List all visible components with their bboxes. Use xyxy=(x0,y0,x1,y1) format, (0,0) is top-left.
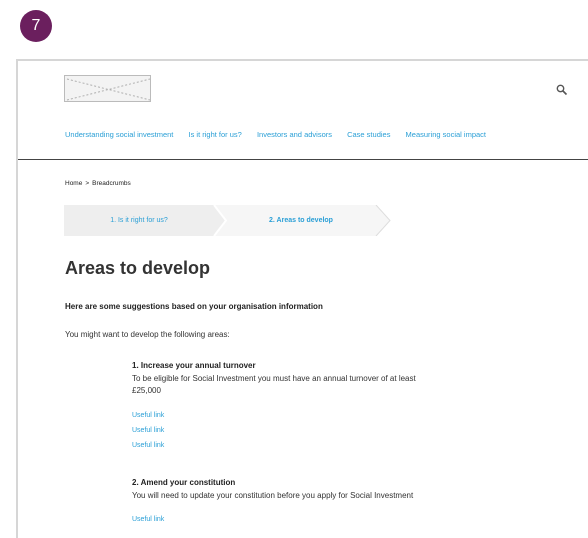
nav-item-measuring-social-impact[interactable]: Measuring social impact xyxy=(406,130,486,139)
area-title: 2. Amend your constitution xyxy=(132,478,236,487)
area-title: 1. Increase your annual turnover xyxy=(132,361,256,370)
step-1-is-it-right-for-us[interactable]: 1. Is it right for us? xyxy=(64,205,214,236)
area-description: To be eligible for Social Investment you… xyxy=(132,373,416,383)
area-description-amount: £25,000 xyxy=(132,386,161,395)
useful-link[interactable]: Useful link xyxy=(132,438,416,453)
progress-stepper: 1. Is it right for us? 2. Areas to devel… xyxy=(64,205,394,236)
nav-item-is-it-right-for-us[interactable]: Is it right for us? xyxy=(189,130,242,139)
search-button[interactable] xyxy=(555,83,569,97)
breadcrumb-separator: > xyxy=(85,180,90,187)
nav-item-case-studies[interactable]: Case studies xyxy=(347,130,390,139)
header-divider xyxy=(18,159,588,160)
intro-text: You might want to develop the following … xyxy=(65,330,230,339)
area-item: 2. Amend your constitution You will need… xyxy=(132,477,413,527)
nav-item-understanding-social-investment[interactable]: Understanding social investment xyxy=(65,130,173,139)
breadcrumb-current: Breadcrumbs xyxy=(92,180,131,187)
area-description: You will need to update your constitutio… xyxy=(132,490,414,500)
logo-placeholder[interactable] xyxy=(64,75,151,102)
nav-item-investors-and-advisors[interactable]: Investors and advisors xyxy=(257,130,332,139)
step-2-areas-to-develop[interactable]: 2. Areas to develop xyxy=(226,205,376,236)
useful-link[interactable]: Useful link xyxy=(132,423,416,438)
breadcrumb-home-link[interactable]: Home xyxy=(65,180,82,187)
breadcrumb: Home > Breadcrumbs xyxy=(65,180,131,187)
useful-link[interactable]: Useful link xyxy=(132,408,416,423)
step-number-badge: 7 xyxy=(20,10,52,42)
image-placeholder-icon xyxy=(66,78,151,101)
search-icon xyxy=(556,84,568,96)
main-nav: Understanding social investment Is it ri… xyxy=(65,130,499,139)
useful-link[interactable]: Useful link xyxy=(132,512,413,527)
page-title: Areas to develop xyxy=(65,258,211,278)
area-item: 1. Increase your annual turnover To be e… xyxy=(132,360,416,453)
suggestions-heading: Here are some suggestions based on your … xyxy=(65,302,323,311)
